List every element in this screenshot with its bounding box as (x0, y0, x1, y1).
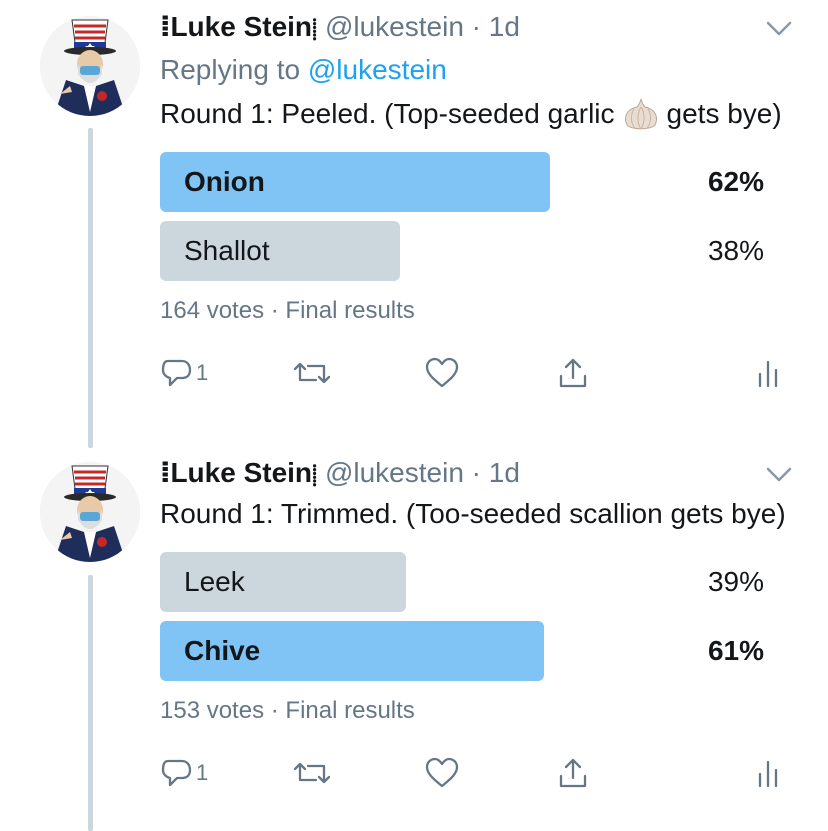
author-handle[interactable]: @lukestein (325, 457, 464, 488)
reply-button[interactable]: 1 (160, 753, 208, 793)
poll-option-percent: 38% (707, 235, 764, 266)
garlic-emoji (621, 97, 661, 131)
poll: Leek 39% Chive 61% (160, 552, 800, 681)
tweet-text: Round 1: Peeled. (Top-seeded garlic gets … (160, 97, 782, 131)
tweet-time[interactable]: 1d (489, 457, 520, 488)
poll-status: Final results (285, 697, 415, 724)
poll-option-percent: 62% (707, 166, 764, 197)
avatar[interactable] (40, 16, 140, 116)
poll: Onion 62% Shallot 38% (160, 152, 800, 281)
poll-option[interactable]: Chive 61% (160, 621, 800, 681)
tweet-actions: 1 (160, 753, 800, 797)
like-button[interactable] (424, 353, 460, 393)
replying-to: Replying to @lukestein (160, 54, 447, 85)
chevron-down-icon[interactable] (764, 14, 794, 44)
avatar[interactable] (40, 462, 140, 562)
poll-votes: 153 votes (160, 697, 265, 724)
poll-option[interactable]: Leek 39% (160, 552, 800, 612)
poll-option[interactable]: Onion 62% (160, 152, 800, 212)
analytics-button[interactable] (756, 353, 780, 393)
poll-option[interactable]: Shallot 38% (160, 221, 800, 281)
uncle-sam-avatar-image (40, 462, 140, 562)
tweet-header: ⵂLuke Stein⸽ @lukestein · 1d (160, 456, 800, 496)
reply-count: 1 (196, 760, 209, 785)
uncle-sam-avatar-image (40, 16, 140, 116)
share-button[interactable] (556, 353, 590, 393)
heart-icon (425, 357, 459, 388)
separator-dot: · (270, 697, 279, 724)
poll-meta: 153 votes · Final results (160, 695, 800, 727)
poll-option-label: Onion (184, 166, 265, 197)
tweet-text: Round 1: Trimmed. (Too-seeded scallion g… (160, 498, 786, 529)
tweet-time[interactable]: 1d (489, 11, 520, 42)
retweet-icon (293, 762, 331, 784)
reply-button[interactable]: 1 (160, 353, 208, 393)
reply-handle-link[interactable]: @lukestein (308, 54, 447, 85)
poll-option-label: Chive (184, 635, 261, 666)
poll-meta: 164 votes · Final results (160, 295, 800, 327)
reply-icon (161, 759, 192, 787)
poll-option-label: Shallot (184, 235, 270, 266)
analytics-icon (758, 760, 778, 788)
retweet-button[interactable] (292, 353, 332, 393)
poll-votes: 164 votes (160, 297, 265, 324)
heart-icon (425, 757, 459, 788)
poll-status: Final results (285, 297, 415, 324)
tweet-actions: 1 (160, 353, 800, 397)
poll-option-label: Leek (184, 566, 245, 597)
reply-count: 1 (196, 360, 209, 385)
retweet-button[interactable] (292, 753, 332, 793)
share-icon (559, 758, 587, 788)
tweet[interactable]: ⵂLuke Stein⸽ @lukestein · 1d Replying to… (0, 10, 828, 450)
separator-dot: · (270, 297, 279, 324)
tweet-header: ⵂLuke Stein⸽ @lukestein · 1d (160, 10, 800, 50)
chevron-down-icon[interactable] (764, 460, 794, 490)
poll-option-percent: 61% (707, 635, 764, 666)
author-name[interactable]: ⵂLuke Stein⸽ (160, 457, 325, 488)
analytics-icon (758, 360, 778, 388)
like-button[interactable] (424, 753, 460, 793)
share-button[interactable] (556, 753, 590, 793)
separator-dot: · (471, 457, 481, 488)
analytics-button[interactable] (756, 753, 780, 793)
poll-option-percent: 39% (707, 566, 764, 597)
share-icon (559, 358, 587, 388)
tweet[interactable]: ⵂLuke Stein⸽ @lukestein · 1d Round 1: Tr… (0, 456, 828, 831)
separator-dot: · (471, 11, 481, 42)
author-handle[interactable]: @lukestein (325, 11, 464, 42)
author-name[interactable]: ⵂLuke Stein⸽ (160, 11, 325, 42)
reply-icon (161, 359, 192, 387)
retweet-icon (293, 362, 331, 384)
